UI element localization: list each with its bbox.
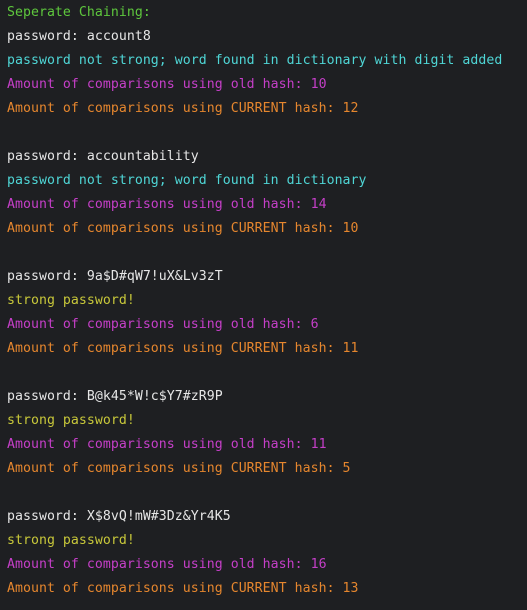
current-hash-comparisons-line: Amount of comparisons using CURRENT hash… — [7, 101, 359, 116]
password-line: password: B@k45*W!c$Y7#zR9P — [7, 389, 223, 404]
current-hash-comparisons-line: Amount of comparisons using CURRENT hash… — [7, 341, 359, 356]
section-header-line: Seperate Chaining: — [7, 5, 151, 20]
strength-message-line: password not strong; word found in dicti… — [7, 53, 503, 68]
strength-message-line: strong password! — [7, 413, 135, 428]
password-line: password: X$8vQ!mW#3Dz&Yr4K5 — [7, 509, 231, 524]
terminal-output[interactable]: Seperate Chaining: password: account8 pa… — [0, 0, 527, 610]
password-line: password: account8 — [7, 29, 151, 44]
password-line: password: accountability — [7, 149, 199, 164]
strength-message-line: password not strong; word found in dicti… — [7, 173, 367, 188]
old-hash-comparisons-line: Amount of comparisons using old hash: 11 — [7, 437, 327, 452]
old-hash-comparisons-line: Amount of comparisons using old hash: 16 — [7, 557, 327, 572]
old-hash-comparisons-line: Amount of comparisons using old hash: 14 — [7, 197, 327, 212]
current-hash-comparisons-line: Amount of comparisons using CURRENT hash… — [7, 581, 359, 596]
old-hash-comparisons-line: Amount of comparisons using old hash: 10 — [7, 77, 327, 92]
strength-message-line: strong password! — [7, 533, 135, 548]
old-hash-comparisons-line: Amount of comparisons using old hash: 6 — [7, 317, 319, 332]
current-hash-comparisons-line: Amount of comparisons using CURRENT hash… — [7, 221, 359, 236]
password-line: password: 9a$D#qW7!uX&Lv3zT — [7, 269, 223, 284]
current-hash-comparisons-line: Amount of comparisons using CURRENT hash… — [7, 461, 351, 476]
strength-message-line: strong password! — [7, 293, 135, 308]
